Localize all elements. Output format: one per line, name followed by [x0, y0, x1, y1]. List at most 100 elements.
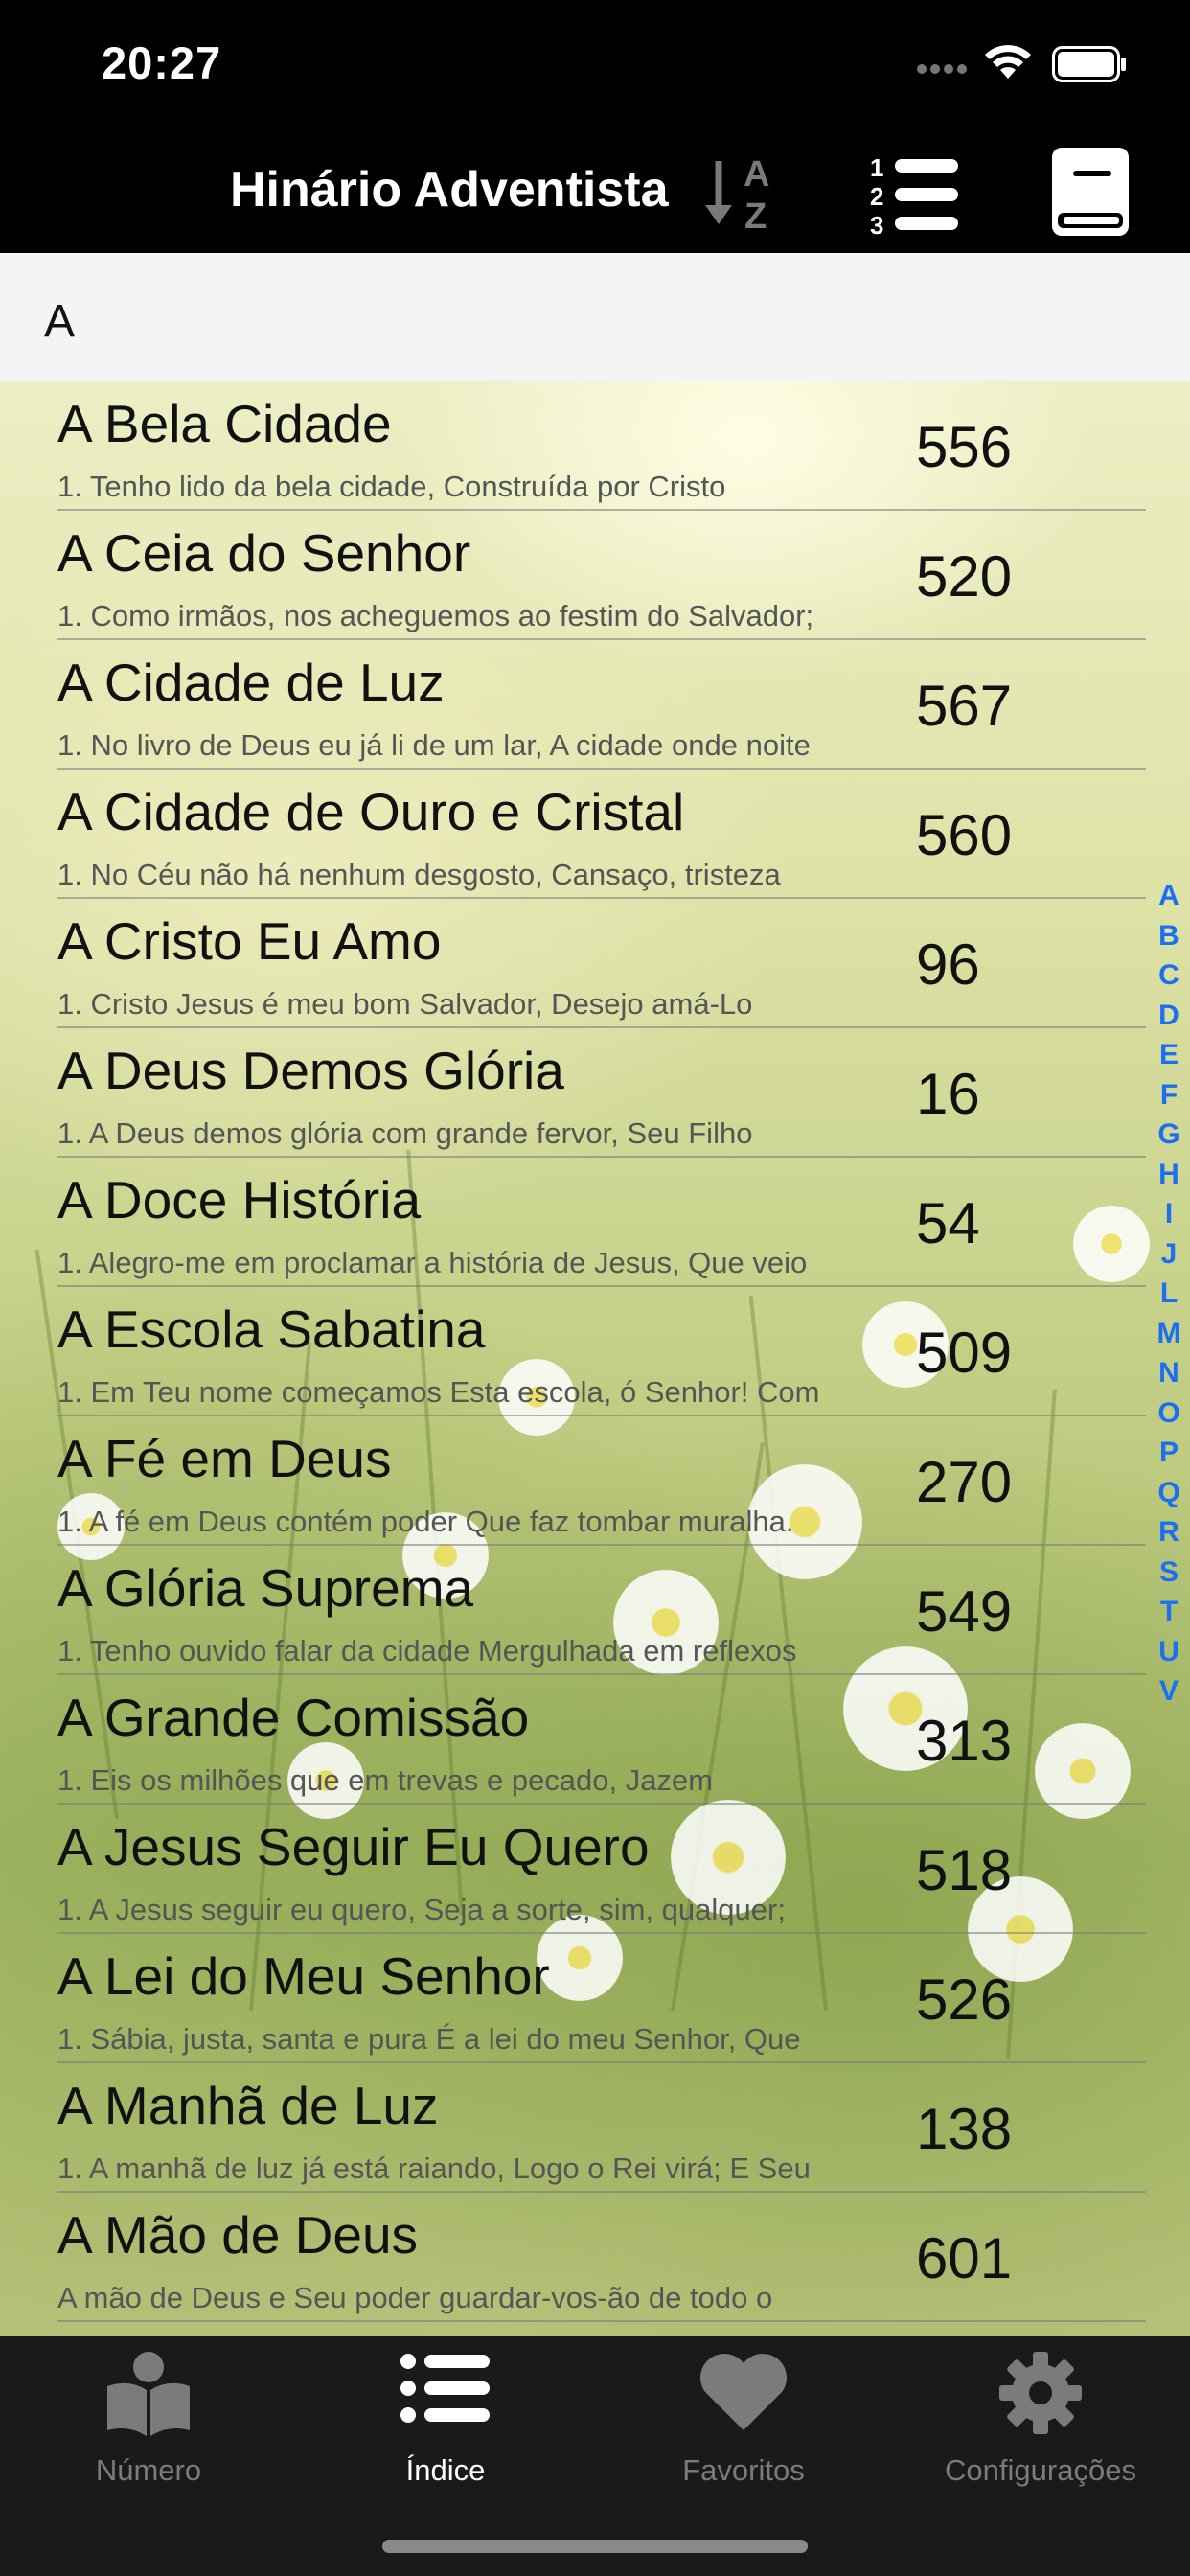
hymn-number: 509	[916, 1321, 1013, 1385]
hymn-number: 549	[916, 1579, 1013, 1644]
section-index[interactable]: A B C D E F G H I J L M N O P Q R S T U …	[1148, 876, 1190, 1712]
section-index-letter[interactable]: R	[1158, 1512, 1179, 1552]
hymn-number: 556	[916, 415, 1013, 479]
hymn-title: A Doce História	[57, 1170, 422, 1230]
hymn-first-line: 1. Tenho ouvido falar da cidade Mergulha…	[57, 1634, 797, 1668]
section-index-letter[interactable]: Q	[1157, 1473, 1179, 1513]
hymn-list: A Bela Cidade 1. Tenho lido da bela cida…	[0, 381, 1190, 2322]
hymn-title: A Glória Suprema	[57, 1558, 474, 1618]
hymn-list-container[interactable]: A Bela Cidade 1. Tenho lido da bela cida…	[0, 381, 1190, 2336]
hymn-title: A Cidade de Luz	[57, 653, 445, 712]
hymn-first-line: 1. No livro de Deus eu já li de um lar, …	[57, 728, 811, 762]
hymn-title: A Grande Comissão	[57, 1688, 530, 1747]
list-icon	[400, 2354, 490, 2423]
status-time: 20:27	[102, 37, 222, 88]
wifi-icon	[985, 45, 1031, 79]
battery-icon	[1052, 46, 1126, 82]
section-index-letter[interactable]: O	[1157, 1393, 1179, 1434]
app-title: Hinário Adventista	[230, 162, 669, 218]
hymn-first-line: 1. Alegro-me em proclamar a história de …	[57, 1246, 808, 1279]
tab-numero[interactable]: Número	[0, 2336, 297, 2509]
section-index-letter[interactable]: P	[1159, 1433, 1179, 1473]
hymn-first-line: 1. A fé em Deus contém poder Que faz tom…	[57, 1505, 794, 1538]
hymn-row[interactable]: A Manhã de Luz 1. A manhã de luz já está…	[0, 2063, 1190, 2193]
hymn-row[interactable]: A Glória Suprema 1. Tenho ouvido falar d…	[0, 1546, 1190, 1675]
section-index-letter[interactable]: E	[1159, 1035, 1179, 1075]
hymn-first-line: A mão de Deus e Seu poder guardar-vos-ão…	[57, 2281, 773, 2314]
hymn-row[interactable]: A Cristo Eu Amo 1. Cristo Jesus é meu bo…	[0, 899, 1190, 1028]
sort-az-icon: A Z	[705, 154, 769, 237]
hymn-first-line: 1. No Céu não há nenhum desgosto, Cansaç…	[57, 858, 781, 891]
signal-icon	[917, 64, 967, 74]
hymn-first-line: 1. Tenho lido da bela cidade, Construída…	[57, 470, 726, 503]
svg-text:Z: Z	[744, 196, 767, 237]
section-index-letter[interactable]: J	[1161, 1234, 1178, 1275]
hymn-row[interactable]: A Deus Demos Glória 1. A Deus demos glór…	[0, 1028, 1190, 1158]
section-index-letter[interactable]: U	[1158, 1632, 1179, 1672]
hymn-first-line: 1. Em Teu nome começamos Esta escola, ó …	[57, 1375, 820, 1409]
hymn-title: A Ceia do Senhor	[57, 523, 471, 583]
hymn-row[interactable]: A Mão de Deus A mão de Deus e Seu poder …	[0, 2193, 1190, 2322]
hymn-number: 96	[916, 932, 980, 997]
svg-text:2: 2	[870, 182, 883, 211]
status-bar: 20:27	[0, 0, 1190, 134]
navigation-bar: Hinário Adventista A Z 1 2 3	[0, 134, 1190, 253]
hymn-row[interactable]: A Doce História 1. Alegro-me em proclama…	[0, 1158, 1190, 1287]
gear-icon	[999, 2352, 1082, 2434]
section-index-letter[interactable]: M	[1157, 1314, 1181, 1354]
section-index-letter[interactable]: A	[1158, 876, 1179, 916]
section-index-letter[interactable]: I	[1165, 1194, 1173, 1234]
section-index-letter[interactable]: C	[1158, 955, 1179, 996]
hymn-number: 526	[916, 1967, 1013, 2032]
tab-configuracoes[interactable]: Configurações	[892, 2336, 1189, 2509]
hymn-first-line: 1. A Deus demos glória com grande fervor…	[57, 1116, 753, 1150]
sort-az-button[interactable]: A Z	[699, 144, 791, 240]
hymn-title: A Cristo Eu Amo	[57, 911, 442, 971]
hymn-title: A Bela Cidade	[57, 394, 392, 453]
hymn-row[interactable]: A Grande Comissão 1. Eis os milhões que …	[0, 1675, 1190, 1805]
hymn-number: 313	[916, 1709, 1013, 1773]
section-index-letter[interactable]: B	[1158, 916, 1179, 956]
section-index-letter[interactable]: F	[1160, 1075, 1178, 1116]
section-index-letter[interactable]: V	[1159, 1671, 1179, 1712]
tab-label: Índice	[405, 2453, 486, 2487]
tab-favoritos[interactable]: Favoritos	[595, 2336, 892, 2509]
hymn-row[interactable]: A Lei do Meu Senhor 1. Sábia, justa, san…	[0, 1934, 1190, 2063]
tab-indice[interactable]: Índice	[297, 2336, 594, 2509]
section-header: A	[0, 253, 1190, 381]
hymn-number: 138	[916, 2097, 1013, 2161]
section-index-letter[interactable]: G	[1157, 1115, 1179, 1155]
hymn-first-line: 1. Cristo Jesus é meu bom Salvador, Dese…	[57, 987, 753, 1021]
svg-text:A: A	[744, 154, 769, 195]
section-index-letter[interactable]: S	[1159, 1552, 1179, 1593]
hymn-title: A Cidade de Ouro e Cristal	[57, 782, 685, 841]
hymn-number: 54	[916, 1191, 980, 1255]
hymn-row[interactable]: A Escola Sabatina 1. Em Teu nome começam…	[0, 1287, 1190, 1416]
numbered-list-button[interactable]: 1 2 3	[868, 148, 964, 240]
book-icon	[1052, 148, 1129, 236]
hymn-row[interactable]: A Bela Cidade 1. Tenho lido da bela cida…	[0, 381, 1190, 511]
hymnal-book-button[interactable]	[1044, 144, 1140, 240]
hymn-row[interactable]: A Ceia do Senhor 1. Como irmãos, nos ach…	[0, 511, 1190, 640]
heart-icon	[700, 2354, 787, 2430]
hymn-title: A Lei do Meu Senhor	[57, 1946, 550, 2006]
hymn-number: 16	[916, 1062, 980, 1126]
section-header-letter: A	[44, 296, 76, 347]
hymn-first-line: 1. Eis os milhões que em trevas e pecado…	[57, 1763, 714, 1797]
section-index-letter[interactable]: N	[1158, 1353, 1179, 1393]
section-index-letter[interactable]: D	[1158, 996, 1179, 1036]
hymn-row[interactable]: A Jesus Seguir Eu Quero 1. A Jesus segui…	[0, 1805, 1190, 1934]
hymn-title: A Jesus Seguir Eu Quero	[57, 1817, 650, 1876]
hymn-row[interactable]: A Cidade de Ouro e Cristal 1. No Céu não…	[0, 770, 1190, 899]
hymn-first-line: 1. Sábia, justa, santa e pura É a lei do…	[57, 2022, 801, 2056]
open-book-icon	[107, 2352, 190, 2436]
hymn-row[interactable]: A Cidade de Luz 1. No livro de Deus eu j…	[0, 640, 1190, 770]
hymn-first-line: 1. Como irmãos, nos acheguemos ao festim…	[57, 599, 814, 632]
hymn-number: 560	[916, 803, 1013, 867]
hymn-row[interactable]: A Fé em Deus 1. A fé em Deus contém pode…	[0, 1416, 1190, 1546]
home-indicator[interactable]	[382, 2540, 808, 2553]
section-index-letter[interactable]: H	[1158, 1155, 1179, 1195]
section-index-letter[interactable]: L	[1160, 1274, 1178, 1314]
hymn-title: A Manhã de Luz	[57, 2076, 439, 2135]
section-index-letter[interactable]: T	[1160, 1592, 1178, 1632]
